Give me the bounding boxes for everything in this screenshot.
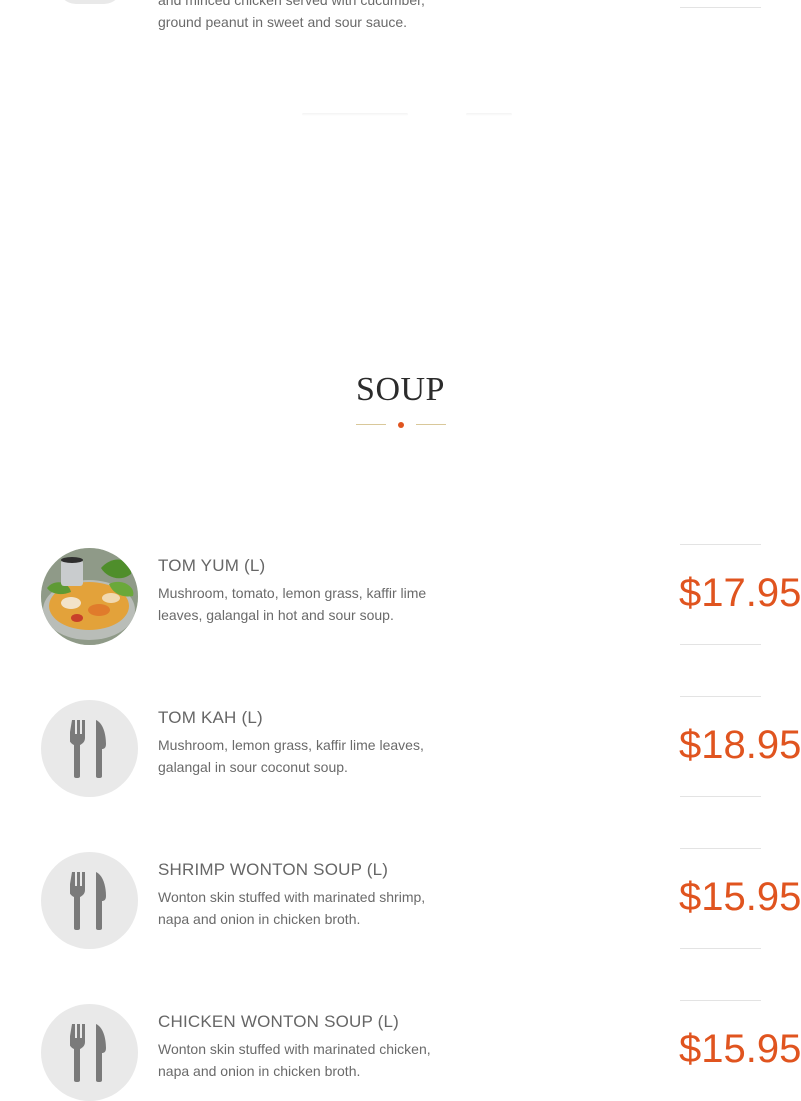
price-divider-bottom	[680, 644, 761, 645]
price-divider-bottom	[680, 796, 761, 797]
price-divider-top	[680, 696, 761, 697]
soup-photo	[41, 548, 138, 645]
item-price: $15.95	[679, 875, 801, 919]
item-price: $18.95	[679, 723, 801, 767]
item-name: CHICKEN WONTON SOUP (L)	[158, 1012, 400, 1031]
menu-item[interactable]: CHICKEN WONTON SOUP (L) Wonton skin stuf…	[0, 1000, 801, 1101]
menu-item[interactable]: SHRIMP WONTON SOUP (L) Wonton skin stuff…	[0, 848, 801, 952]
section-title: SOUP	[356, 371, 445, 408]
previous-item-description-line1: and minced chicken served with cucumber,	[158, 0, 425, 8]
title-divider-right	[416, 424, 446, 425]
menu-item[interactable]: TOM YUM (L) Mushroom, tomato, lemon gras…	[0, 544, 801, 648]
previous-menu-item: and minced chicken served with cucumber,…	[0, 0, 801, 40]
item-description: Wonton skin stuffed with marinated chick…	[158, 1041, 431, 1079]
title-divider-dot	[398, 422, 404, 428]
previous-item-price-divider	[680, 7, 761, 8]
price-divider-top	[680, 848, 761, 849]
previous-item-description-line2: ground peanut in sweet and sour sauce.	[158, 14, 408, 30]
faint-decoration	[466, 113, 512, 116]
item-description: Mushroom, lemon grass, kaffir lime leave…	[158, 737, 424, 775]
fork-knife-icon	[41, 1004, 138, 1101]
item-name: SHRIMP WONTON SOUP (L)	[158, 860, 389, 879]
title-divider-left	[356, 424, 386, 425]
item-description: Mushroom, tomato, lemon grass, kaffir li…	[158, 585, 427, 623]
previous-item-description: and minced chicken served with cucumber,…	[158, 0, 458, 33]
menu-item[interactable]: TOM KAH (L) Mushroom, lemon grass, kaffi…	[0, 696, 801, 800]
item-description: Wonton skin stuffed with marinated shrim…	[158, 889, 426, 927]
item-name: TOM KAH (L)	[158, 708, 263, 727]
faint-decoration	[302, 113, 408, 116]
price-divider-top	[680, 544, 761, 545]
item-price: $15.95	[679, 1027, 801, 1071]
fork-knife-icon	[41, 700, 138, 797]
item-price: $17.95	[679, 571, 801, 615]
price-divider-bottom	[680, 948, 761, 949]
previous-item-thumb	[58, 0, 122, 4]
price-divider-top	[680, 1000, 761, 1001]
item-name: TOM YUM (L)	[158, 556, 266, 575]
fork-knife-icon	[41, 852, 138, 949]
